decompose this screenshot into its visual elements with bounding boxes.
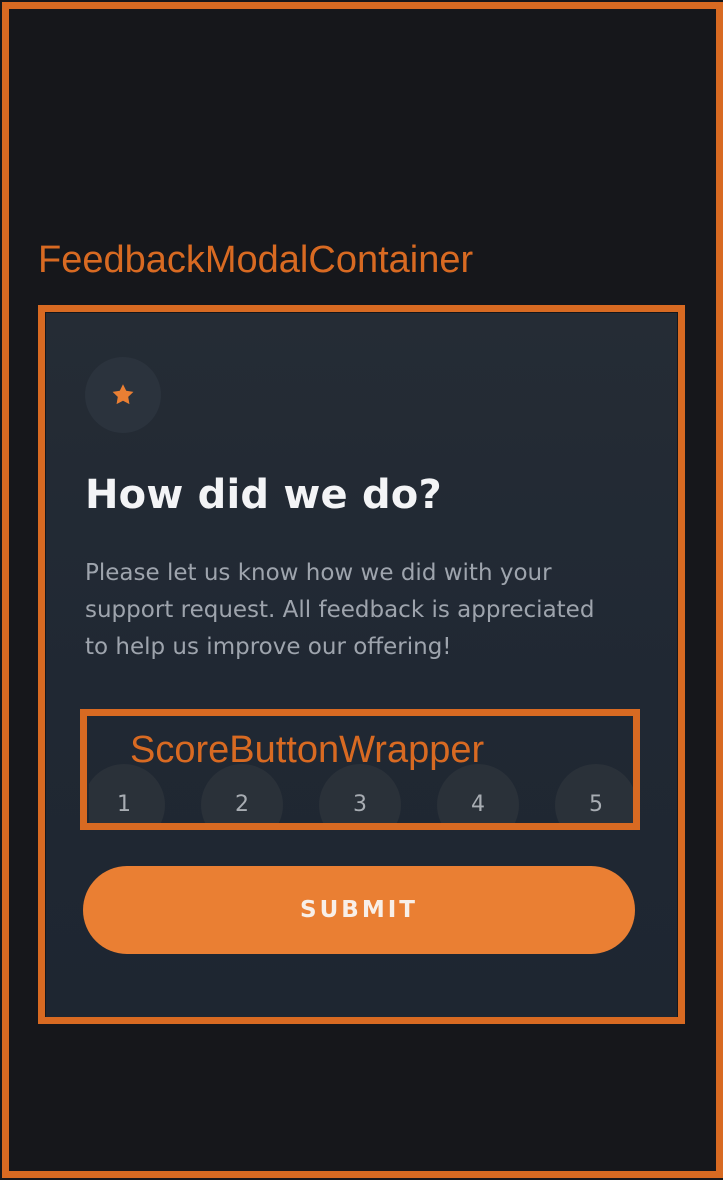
modal-description: Please let us know how we did with your … xyxy=(85,560,595,660)
feedback-modal-container-label: FeedbackModalContainer xyxy=(38,239,474,281)
star-icon xyxy=(109,381,137,409)
score-button-wrapper-label: ScoreButtonWrapper xyxy=(130,729,485,771)
modal-title: How did we do? xyxy=(85,472,442,518)
score-button-4[interactable]: 4 xyxy=(437,764,519,825)
submit-button[interactable]: SUBMIT xyxy=(83,866,635,954)
score-button-2[interactable]: 2 xyxy=(201,764,283,825)
feedback-modal: How did we do? Please let us know how we… xyxy=(46,313,677,1017)
score-button-1[interactable]: 1 xyxy=(89,764,165,825)
star-badge xyxy=(85,357,161,433)
score-button-3[interactable]: 3 xyxy=(319,764,401,825)
score-button-5[interactable]: 5 xyxy=(555,764,637,825)
